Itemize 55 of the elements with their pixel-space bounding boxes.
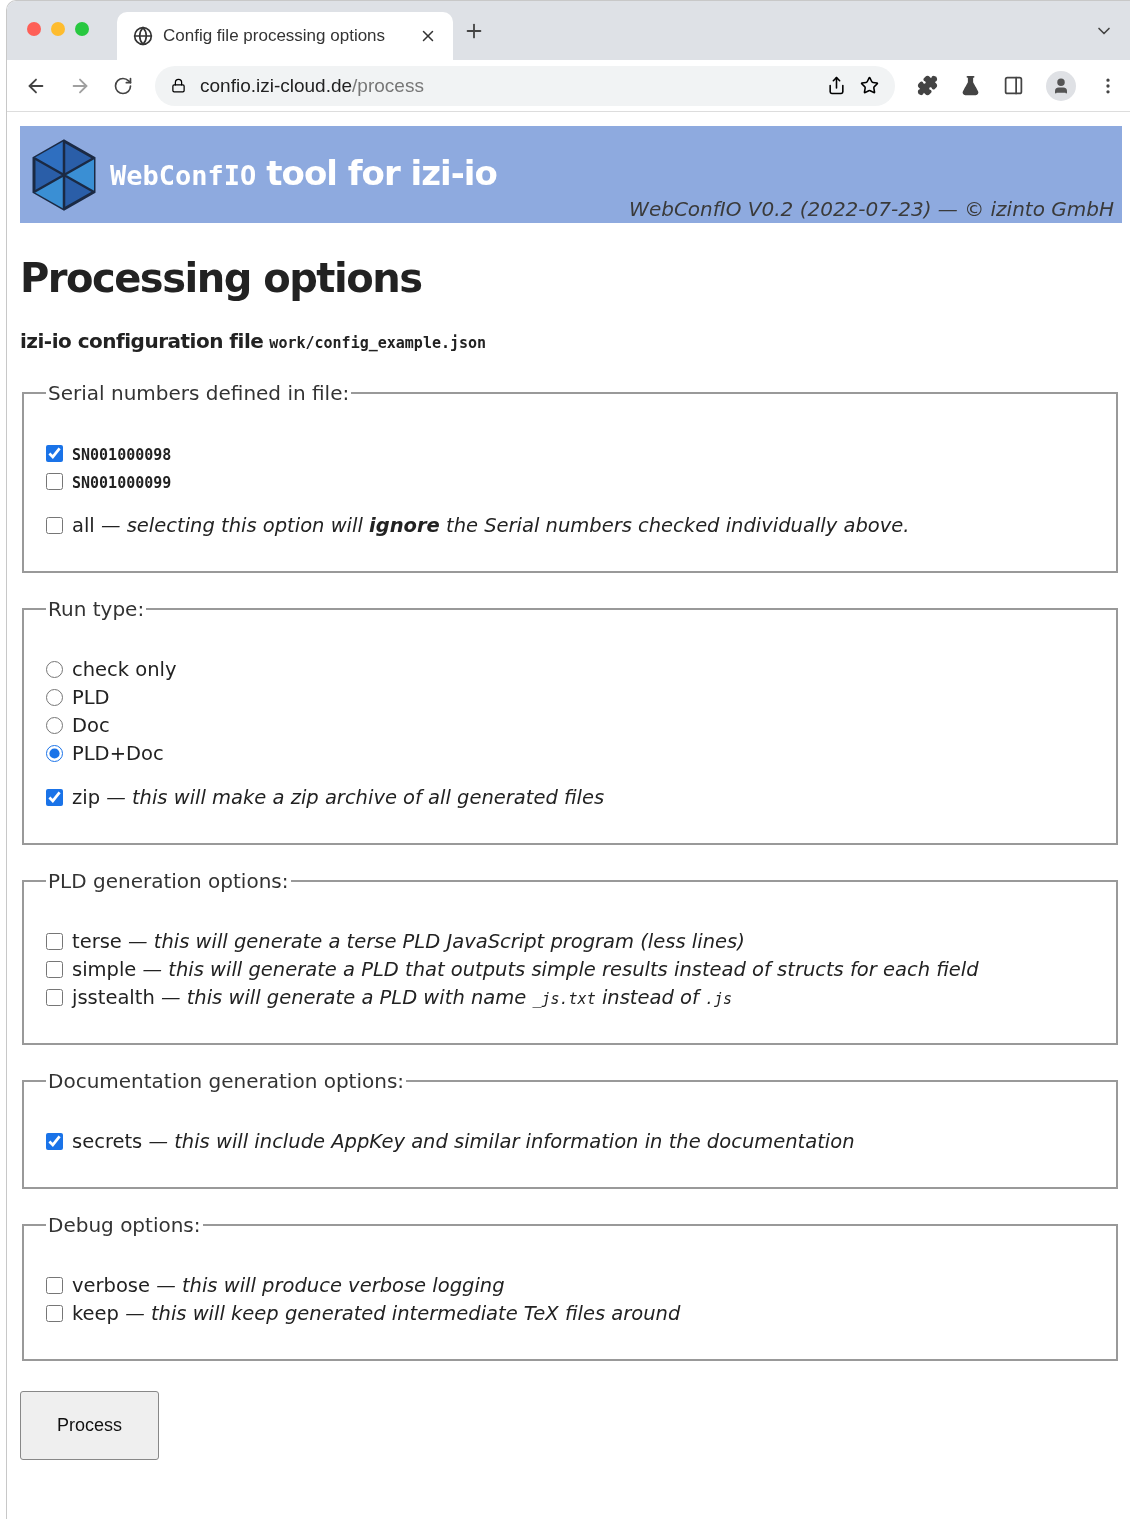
option-label: terse — this will generate a terse PLD JavaScript program (less lines) [72, 929, 745, 953]
checkbox[interactable] [46, 1276, 63, 1294]
brand-name: WebConfIO [110, 159, 257, 191]
version-text: WebConfIO V0.2 (2022-07-23) — © izinto GmbH [629, 197, 1114, 221]
flask-icon[interactable] [960, 75, 981, 96]
radio-button[interactable] [46, 660, 63, 678]
checkbox[interactable] [46, 1304, 63, 1322]
option-label: check only [72, 657, 177, 681]
reload-icon[interactable] [113, 75, 133, 96]
share-icon[interactable] [827, 76, 846, 95]
page-heading: Processing options [20, 255, 423, 301]
side-panel-icon[interactable] [1003, 75, 1024, 96]
profile-avatar[interactable] [1046, 70, 1076, 101]
radio-button[interactable] [46, 744, 63, 762]
url-text: confio.izi-cloud.de/process [200, 74, 425, 97]
fieldset-legend: PLD generation options: [46, 869, 291, 893]
checkbox[interactable] [46, 788, 63, 806]
globe-icon [133, 26, 153, 46]
fieldset-legend: Run type: [46, 597, 147, 621]
checkbox[interactable] [46, 1132, 63, 1150]
checkbox[interactable] [46, 960, 63, 978]
option-label: SN001000099 [72, 472, 172, 493]
star-icon[interactable] [860, 76, 879, 95]
puzzle-icon[interactable] [917, 75, 938, 96]
checkbox[interactable] [46, 988, 63, 1006]
option-label: jsstealth — this will generate a PLD with name _js.txt instead of .js [72, 985, 733, 1009]
cube-logo-icon [32, 138, 96, 211]
option-label: all — selecting this option will ignore the Serial numbers checked individually above. [72, 513, 910, 537]
option-label: simple — this will generate a PLD that outputs simple results instead of structs for each field [72, 957, 979, 981]
checkbox[interactable] [46, 472, 63, 490]
config-file-path: work/config_example.json [269, 334, 487, 352]
lock-icon [171, 78, 186, 93]
radio-button[interactable] [46, 688, 63, 706]
option-label: Doc [72, 713, 110, 737]
radio-button[interactable] [46, 716, 63, 734]
fieldset-legend: Serial numbers defined in file: [46, 381, 352, 405]
close-window-button[interactable] [27, 21, 41, 36]
checkbox[interactable] [46, 932, 63, 950]
tab-title: Config file processing options [163, 26, 387, 46]
checkbox[interactable] [46, 444, 63, 462]
option-label: keep — this will keep generated intermediate TeX files around [72, 1301, 681, 1325]
option-label: PLD+Doc [72, 741, 164, 765]
checkbox[interactable] [46, 516, 63, 534]
option-label: secrets — this will include AppKey and similar information in the documentation [72, 1129, 855, 1153]
config-file-label: izi-io configuration file [20, 329, 264, 353]
option-label: verbose — this will produce verbose logging [72, 1273, 505, 1297]
brand-tagline: tool for izi-io [266, 152, 497, 193]
fieldset-legend: Documentation generation options: [46, 1069, 407, 1093]
option-label: zip — this will make a zip archive of all generated files [72, 785, 605, 809]
address-bar[interactable]: confio.izi-cloud.de/process [155, 65, 895, 106]
browser-tab[interactable]: Config file processing options [117, 12, 453, 60]
fieldset-legend: Debug options: [46, 1213, 203, 1237]
process-button[interactable]: Process [20, 1391, 159, 1460]
option-label: SN001000098 [72, 444, 172, 465]
option-label: PLD [72, 685, 110, 709]
